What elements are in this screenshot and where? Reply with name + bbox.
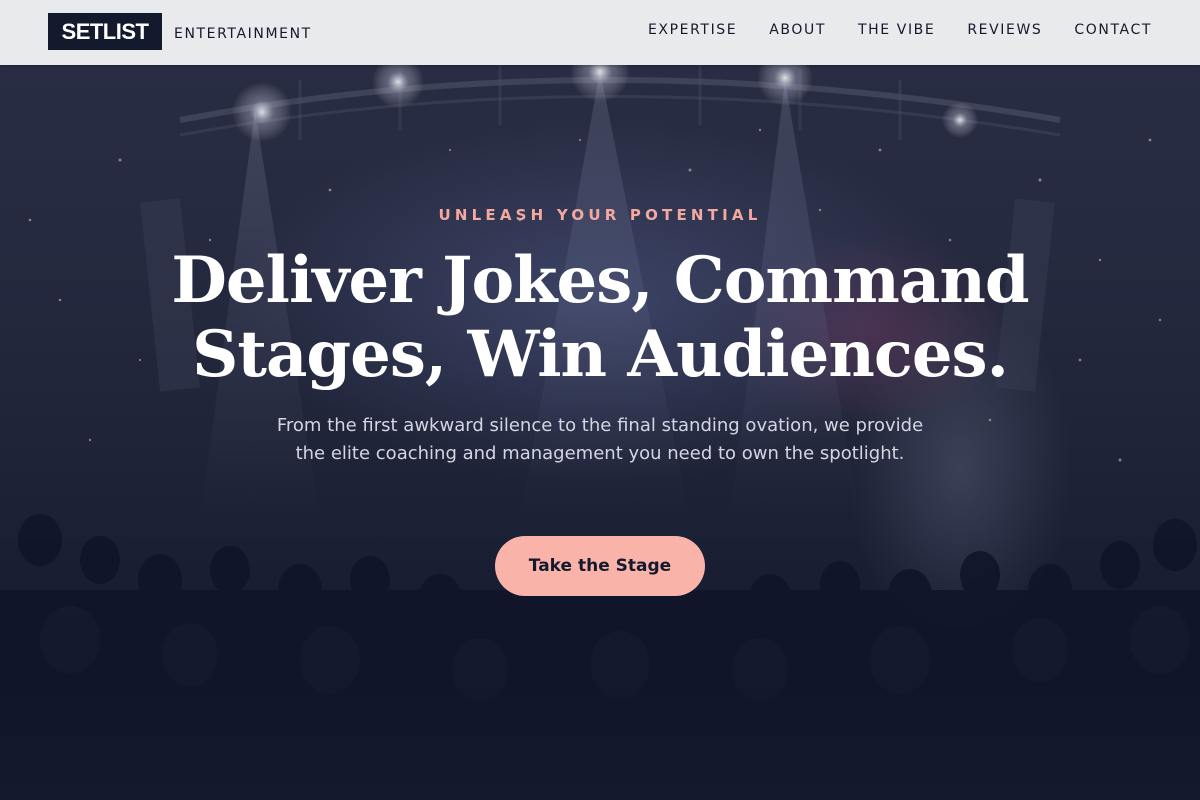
logo-subtitle: ENTERTAINMENT — [174, 26, 312, 42]
nav-link-about[interactable]: ABOUT — [769, 22, 826, 38]
main-nav: EXPERTISE ABOUT THE VIBE REVIEWS CONTACT — [648, 22, 1152, 38]
hero-headline: Deliver Jokes, Command Stages, Win Audie… — [100, 244, 1100, 392]
hero-content: UNLEASH YOUR POTENTIAL Deliver Jokes, Co… — [0, 0, 1200, 800]
hero-headline-line-1: Deliver Jokes, Command — [171, 243, 1029, 318]
hero-subtext: From the first awkward silence to the fi… — [276, 415, 924, 464]
nav-link-the-vibe[interactable]: THE VIBE — [858, 22, 935, 38]
hero-headline-line-2: Stages, Win Audiences. — [192, 317, 1009, 392]
nav-link-contact[interactable]: CONTACT — [1074, 22, 1152, 38]
site-header: SETLIST ENTERTAINMENT EXPERTISE ABOUT TH… — [0, 0, 1200, 65]
take-the-stage-button[interactable]: Take the Stage — [495, 536, 705, 596]
nav-link-reviews[interactable]: REVIEWS — [967, 22, 1042, 38]
logo[interactable]: SETLIST — [48, 13, 162, 50]
nav-link-expertise[interactable]: EXPERTISE — [648, 22, 737, 38]
hero-eyebrow: UNLEASH YOUR POTENTIAL — [438, 206, 762, 224]
